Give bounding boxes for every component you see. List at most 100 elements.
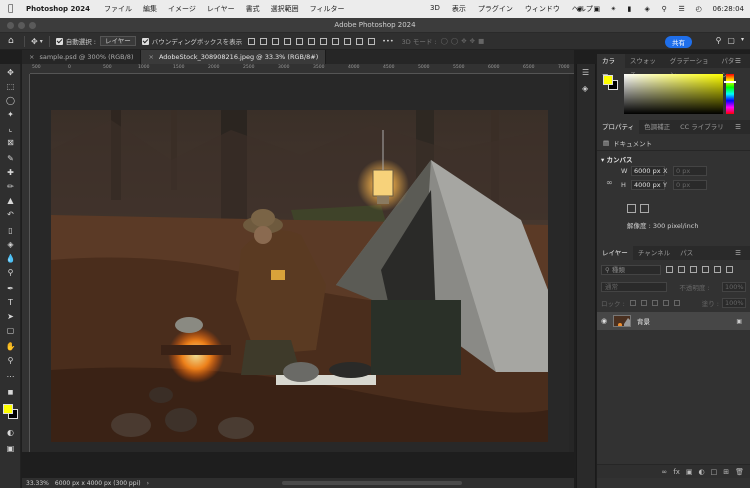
portrait-orientation-icon[interactable] (627, 204, 636, 213)
filter-smart-object-icon[interactable] (714, 266, 721, 273)
layer-row-background[interactable]: ◉ 背景 ▣ (597, 312, 750, 330)
tab-adobestock-jpeg[interactable]: × AdobeStock_308908216.jpeg @ 33.3% (RGB… (141, 50, 327, 64)
menu-type[interactable]: 書式 (246, 4, 260, 14)
menu-layer[interactable]: レイヤー (207, 4, 235, 14)
menu-app-name[interactable]: Photoshop 2024 (26, 5, 90, 13)
canvas-area[interactable] (30, 74, 574, 452)
menu-edit[interactable]: 編集 (143, 4, 157, 14)
brush-tool-icon[interactable]: ✏ (4, 180, 17, 192)
tab-gradients[interactable]: グラデーション (665, 54, 717, 79)
layer-lock-icon[interactable]: ▣ (736, 318, 742, 325)
control-center-icon[interactable]: ☰ (679, 5, 689, 13)
filter-type-icon[interactable] (690, 266, 697, 273)
hand-tool-icon[interactable]: ✋ (4, 340, 17, 352)
search-icon[interactable]: ⚲ (716, 36, 722, 45)
history-brush-tool-icon[interactable]: ↶ (4, 208, 17, 220)
align-top-icon[interactable] (248, 37, 256, 45)
share-button[interactable]: 共有 (665, 36, 692, 48)
align-bottom-icon[interactable] (272, 37, 280, 45)
path-select-tool-icon[interactable]: ➤ (4, 310, 17, 322)
blend-mode-dropdown[interactable]: 通常 (601, 282, 667, 292)
fill-field[interactable]: 100% (722, 298, 746, 308)
distribute-left-icon[interactable] (356, 37, 364, 45)
lock-position-icon[interactable] (651, 300, 658, 306)
distribute-top-icon[interactable] (320, 37, 328, 45)
eyedropper-tool-icon[interactable]: ✎ (4, 152, 17, 164)
layer-style-icon[interactable]: fx (673, 468, 680, 476)
tab-properties[interactable]: プロパティ (597, 120, 640, 134)
height-field[interactable]: 4000 px (631, 180, 665, 190)
lock-pixels-icon[interactable] (629, 300, 636, 306)
tab-adjustments[interactable]: 色調補正 (639, 120, 675, 134)
filter-shape-icon[interactable] (702, 266, 709, 273)
search-icon[interactable]: ⚲ (662, 5, 672, 13)
delete-layer-icon[interactable]: 🗑 (735, 468, 744, 476)
menu-file[interactable]: ファイル (104, 4, 132, 14)
hue-slider-handle[interactable] (724, 81, 736, 83)
bluetooth-icon[interactable]: ✴ (611, 5, 621, 13)
menu-view[interactable]: 表示 (452, 4, 466, 14)
auto-select-dropdown[interactable]: レイヤー (99, 36, 136, 46)
rectangle-tool-icon[interactable]: ▢ (4, 324, 17, 336)
screen-mode-icon[interactable]: ▣ (4, 442, 17, 454)
marquee-tool-icon[interactable]: ⬚ (4, 80, 17, 92)
paint-bucket-tool-icon[interactable]: ◈ (4, 238, 17, 250)
move-tool-icon[interactable]: ✥ (4, 66, 17, 78)
filter-adjustment-icon[interactable] (678, 266, 685, 273)
menu-plugins[interactable]: プラグイン (478, 4, 513, 14)
workspace-icon[interactable]: ▢ (727, 36, 735, 45)
healing-brush-tool-icon[interactable]: ✚ (4, 166, 17, 178)
x-field[interactable]: 0 px (673, 166, 707, 176)
wifi-icon[interactable]: ◈ (645, 5, 655, 13)
tab-sample-psd[interactable]: × sample.psd @ 300% (RGB/8) (22, 50, 142, 64)
document-info[interactable]: 6000 px x 4000 px (300 ppi) (55, 480, 141, 487)
lock-all-icon[interactable] (673, 300, 680, 306)
tab-paths[interactable]: パス (675, 246, 698, 260)
screen-icon[interactable]: ▣ (594, 5, 604, 13)
y-field[interactable]: 0 px (673, 180, 707, 190)
pen-tool-icon[interactable]: ✒ (4, 282, 17, 294)
foreground-color-swatch[interactable] (603, 75, 613, 85)
horizontal-scrollbar[interactable] (282, 481, 462, 485)
close-tab-icon[interactable]: × (29, 53, 34, 61)
apple-icon[interactable]:  (8, 4, 20, 14)
bounding-box-checkbox[interactable] (141, 37, 149, 45)
layer-name[interactable]: 背景 (637, 316, 650, 326)
history-panel-icon[interactable]: ☰ (582, 68, 589, 77)
link-layers-icon[interactable]: ∞ (661, 468, 667, 476)
lock-paint-icon[interactable] (640, 300, 647, 306)
document-image[interactable] (51, 110, 548, 442)
more-options-icon[interactable]: ••• (382, 37, 394, 45)
width-field[interactable]: 6000 px (631, 166, 665, 176)
hue-slider[interactable] (726, 74, 734, 114)
chevron-right-icon[interactable]: › (147, 480, 149, 487)
adjustments-panel-icon[interactable]: ◈ (582, 84, 588, 93)
lasso-tool-icon[interactable]: ◯ (4, 94, 17, 106)
frame-tool-icon[interactable]: ⊠ (4, 136, 17, 148)
type-tool-icon[interactable]: T (4, 296, 17, 308)
eraser-tool-icon[interactable]: ▯ (4, 224, 17, 236)
lock-artboard-icon[interactable] (662, 300, 669, 306)
adjustment-layer-icon[interactable]: ◐ (699, 468, 705, 476)
distribute-hcenter-icon[interactable] (368, 37, 376, 45)
color-field[interactable] (624, 74, 723, 114)
link-icon[interactable]: ∞ (606, 178, 613, 187)
zoom-tool-icon[interactable]: ⚲ (4, 354, 17, 366)
dodge-tool-icon[interactable]: ⚲ (4, 266, 17, 278)
battery-icon[interactable]: ▮ (628, 5, 638, 13)
default-colors-icon[interactable]: ■ (4, 386, 17, 398)
distribute-vcenter-icon[interactable] (332, 37, 340, 45)
chevron-down-icon[interactable]: ▾ (741, 36, 744, 45)
menu-window[interactable]: ウィンドウ (525, 4, 560, 14)
quick-mask-icon[interactable]: ◐ (4, 426, 17, 438)
tab-layers[interactable]: レイヤー (597, 246, 633, 260)
new-layer-icon[interactable]: ⊞ (723, 468, 729, 476)
align-vcenter-icon[interactable] (260, 37, 268, 45)
chevron-down-icon[interactable]: ▾ (40, 38, 43, 45)
cc-icon[interactable]: ◉ (577, 5, 587, 13)
filter-toggle-icon[interactable] (726, 266, 733, 273)
visibility-eye-icon[interactable]: ◉ (597, 317, 611, 325)
blur-tool-icon[interactable]: 💧 (4, 252, 17, 264)
canvas-section-header[interactable]: ▾ カンバス (601, 154, 633, 164)
layer-mask-icon[interactable]: ▣ (686, 468, 693, 476)
